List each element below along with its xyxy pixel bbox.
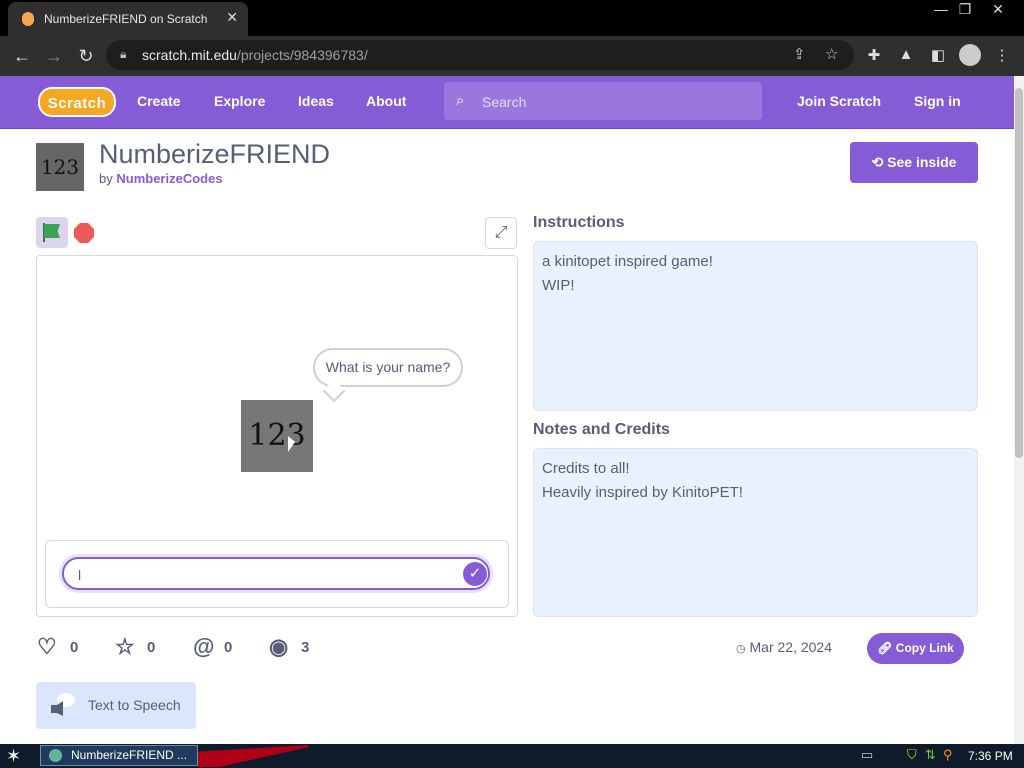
- notes-heading: Notes and Credits: [533, 421, 670, 438]
- nav-explore[interactable]: Explore: [214, 93, 265, 109]
- link-icon: 🔗︎: [877, 641, 893, 655]
- instructions-heading: Instructions: [533, 214, 625, 231]
- forward-arrow-icon[interactable]: →: [41, 44, 67, 68]
- remix-stat: @ 0: [193, 634, 243, 660]
- scratch-favicon-icon: [22, 12, 34, 26]
- remix-count: 0: [224, 639, 233, 656]
- mouse-cursor-icon: [288, 436, 295, 452]
- copy-link-button[interactable]: 🔗︎ Copy Link: [867, 633, 964, 664]
- nav-create[interactable]: Create: [137, 93, 181, 109]
- by-label: by: [99, 171, 113, 186]
- notes-line: Credits to all!: [542, 460, 630, 477]
- notes-line: Heavily inspired by KinitoPET!: [542, 484, 743, 501]
- tab-close-icon[interactable]: ✕: [226, 9, 238, 26]
- green-flag-icon: [44, 224, 60, 238]
- search-input[interactable]: [480, 91, 744, 113]
- speech-speaker-icon: [51, 693, 75, 716]
- taskbar-clock: 7:36 PM: [968, 749, 1013, 763]
- share-icon[interactable]: ⇪: [793, 45, 806, 63]
- scrollbar-thumb[interactable]: [1015, 88, 1023, 458]
- fullscreen-icon[interactable]: ⤢: [485, 217, 517, 249]
- stop-sign-icon[interactable]: [74, 223, 94, 243]
- browser-app-icon: [49, 749, 62, 762]
- back-arrow-icon[interactable]: ←: [9, 44, 35, 68]
- start-star-icon[interactable]: ✶: [6, 746, 21, 767]
- instructions-box[interactable]: a kinitopet inspired game! WIP!: [533, 241, 978, 411]
- nav-about[interactable]: About: [366, 93, 406, 109]
- taskbar-item-label: NumberizeFRIEND ...: [71, 748, 188, 762]
- copy-link-label: Copy Link: [895, 641, 954, 655]
- see-inside-button[interactable]: ⟲ See inside: [850, 142, 978, 183]
- views-stat: ◉ 3: [269, 634, 319, 660]
- star-icon: ☆: [115, 634, 135, 659]
- love-count: 0: [70, 639, 79, 656]
- reload-icon[interactable]: ↻: [73, 44, 99, 68]
- lock-icon: 🔒︎: [120, 47, 127, 61]
- url-text: scratch.mit.edu/projects/984396783/: [142, 47, 368, 63]
- see-inside-label: See inside: [887, 154, 957, 170]
- views-count: 3: [301, 639, 310, 656]
- sprite-123[interactable]: 123: [241, 400, 313, 472]
- text-to-speech-label: Text to Speech: [88, 697, 181, 713]
- remix-arrows-icon: ⟲: [871, 154, 884, 170]
- browser-tab[interactable]: NumberizeFRIEND on Scratch ✕: [8, 2, 248, 36]
- project-title: NumberizeFRIEND: [99, 139, 331, 169]
- taskbar-browser-item[interactable]: NumberizeFRIEND ...: [40, 745, 198, 766]
- keyboard-tray-icon[interactable]: ▭: [861, 747, 873, 763]
- restore-icon[interactable]: ❐: [950, 0, 980, 20]
- author-link[interactable]: NumberizeCodes: [116, 171, 222, 186]
- favorite-stat[interactable]: ☆ 0: [115, 634, 165, 660]
- green-flag-button[interactable]: [36, 217, 68, 248]
- shared-date: ◷ Mar 22, 2024: [736, 639, 832, 655]
- clock-icon: ◷: [736, 643, 746, 655]
- join-scratch-link[interactable]: Join Scratch: [797, 93, 881, 109]
- project-byline: by NumberizeCodes: [99, 171, 223, 186]
- nav-ideas[interactable]: Ideas: [298, 93, 334, 109]
- side-panel-icon[interactable]: ◧: [927, 46, 949, 64]
- submit-check-icon[interactable]: ✓: [463, 562, 487, 586]
- bookmark-star-icon[interactable]: ☆: [825, 45, 838, 63]
- network-tray-icon[interactable]: ⇅: [925, 747, 936, 763]
- love-stat[interactable]: ♡ 0: [37, 634, 87, 660]
- notes-box[interactable]: Credits to all! Heavily inspired by Kini…: [533, 448, 978, 617]
- ask-answer-input[interactable]: [76, 565, 460, 584]
- shield-tray-icon[interactable]: ⛉: [907, 747, 917, 763]
- extensions-puzzle-icon[interactable]: ✚: [863, 46, 885, 64]
- labs-flask-icon[interactable]: ▲: [895, 46, 917, 63]
- sign-in-link[interactable]: Sign in: [914, 93, 961, 109]
- profile-avatar-icon[interactable]: [959, 44, 981, 66]
- menu-dots-icon[interactable]: ⋮: [991, 46, 1013, 64]
- project-thumbnail[interactable]: 123: [36, 143, 84, 191]
- close-window-icon[interactable]: ✕: [983, 0, 1013, 20]
- address-bar[interactable]: 🔒︎ scratch.mit.edu/projects/984396783/ ⇪…: [106, 40, 854, 70]
- instructions-line: a kinitopet inspired game!: [542, 253, 713, 270]
- favorite-count: 0: [147, 639, 156, 656]
- search-tray-icon[interactable]: ⚲: [943, 747, 953, 763]
- search-box: ⌕: [444, 82, 762, 120]
- shared-date-text: Mar 22, 2024: [749, 639, 833, 655]
- scratch-logo[interactable]: Scratch: [38, 87, 116, 117]
- remix-spiral-icon: @: [193, 634, 215, 659]
- heart-icon: ♡: [37, 634, 57, 659]
- ask-answer-field[interactable]: [62, 557, 490, 590]
- instructions-line: WIP!: [542, 277, 575, 294]
- text-to-speech-extension[interactable]: Text to Speech: [36, 682, 196, 729]
- tab-title: NumberizeFRIEND on Scratch: [44, 12, 208, 26]
- search-icon: ⌕: [456, 92, 465, 109]
- eye-icon: ◉: [269, 634, 289, 659]
